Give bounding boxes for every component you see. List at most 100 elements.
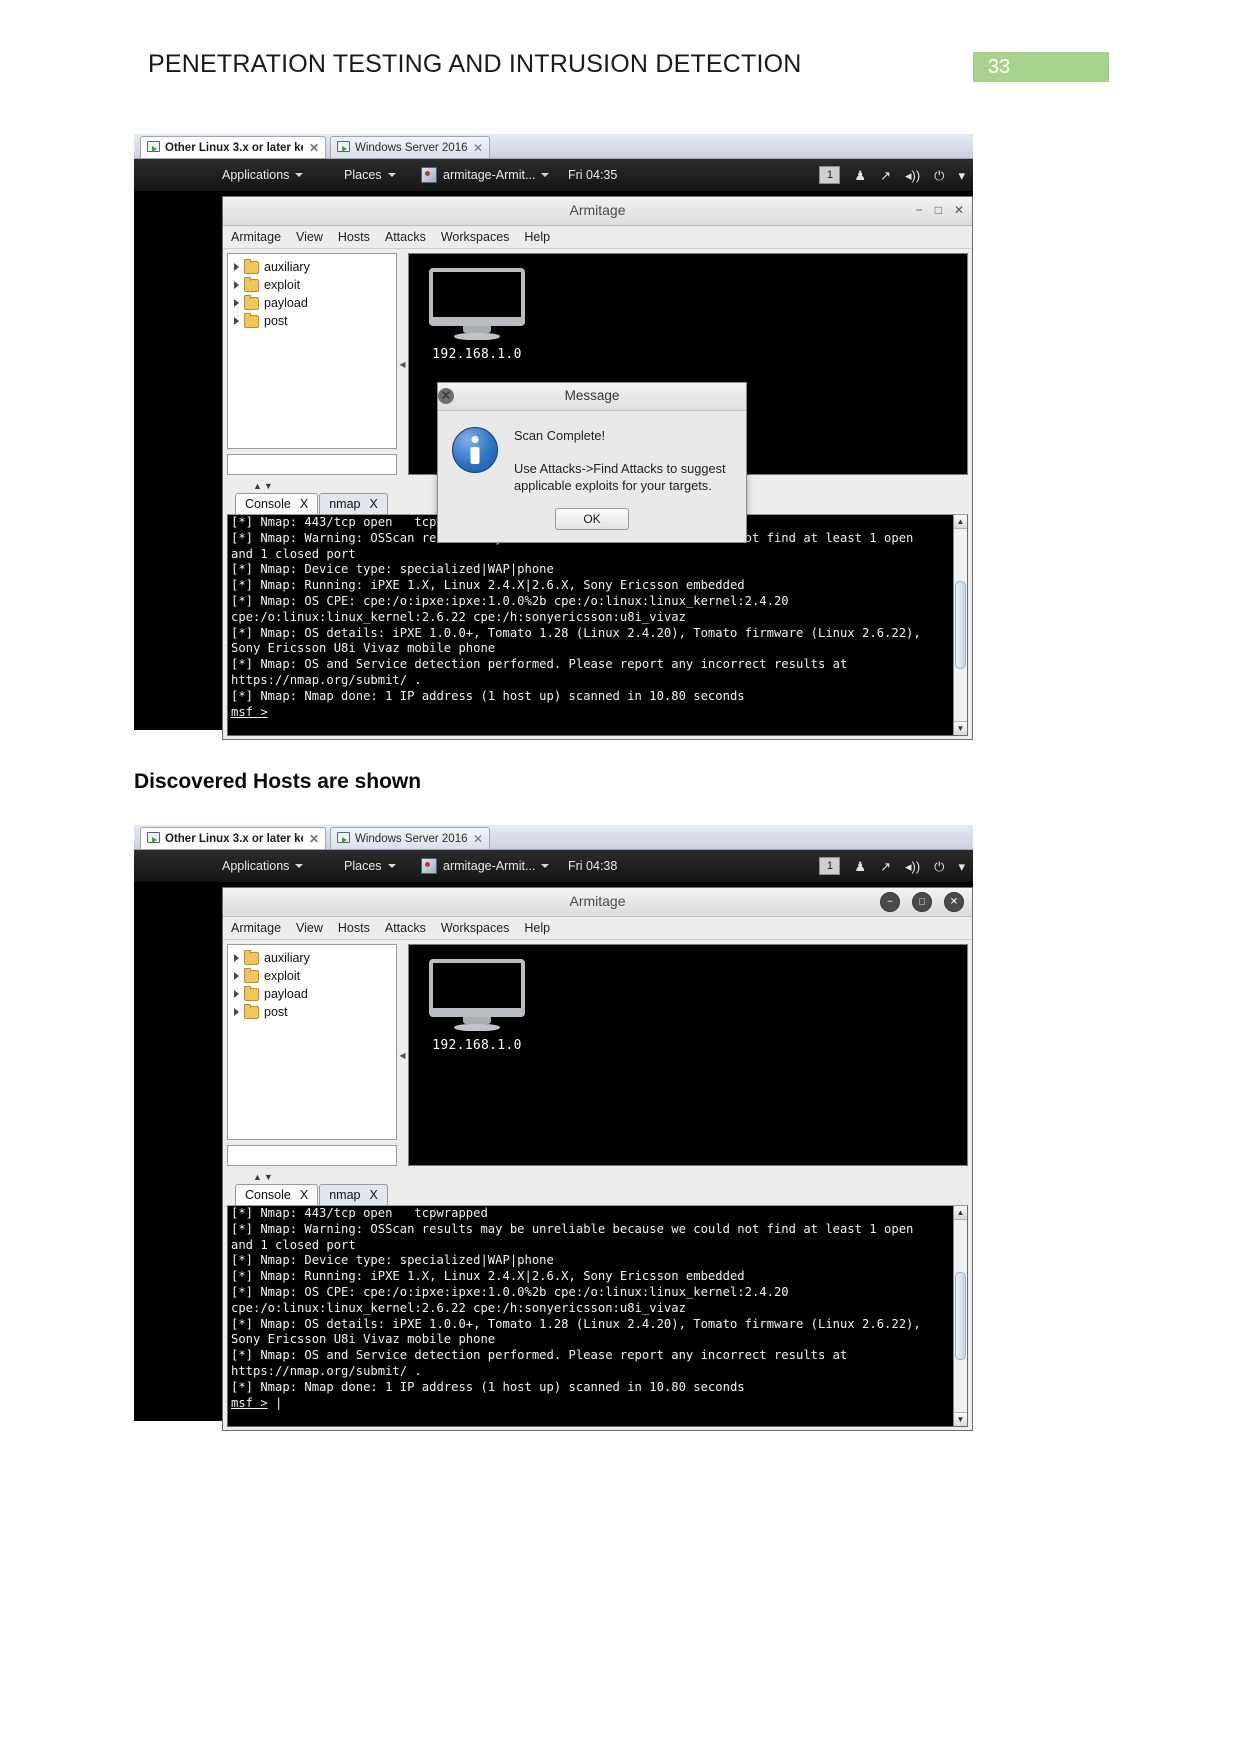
close-icon[interactable]: ✕	[954, 201, 964, 219]
maximize-icon[interactable]: □	[935, 201, 942, 219]
console-scrollbar[interactable]: ▲ ▼	[953, 1206, 967, 1426]
menu-help[interactable]: Help	[524, 230, 550, 244]
scroll-up-icon[interactable]: ▲	[954, 1206, 967, 1220]
menu-attacks[interactable]: Attacks	[385, 230, 426, 244]
close-button[interactable]: ✕	[944, 892, 964, 912]
console-output[interactable]: [*] Nmap: 443/tcp open tcpwrapped [*] Nm…	[227, 514, 968, 736]
minimize-button[interactable]: −	[880, 892, 900, 912]
module-tree[interactable]: auxiliary exploit payload post	[227, 253, 397, 449]
power-icon[interactable]: ⏻	[934, 860, 944, 873]
close-icon[interactable]: X	[370, 1188, 378, 1202]
panel-window-menu[interactable]: armitage-Armit...	[421, 850, 550, 882]
chevron-right-icon[interactable]	[234, 990, 239, 998]
vmware-tab-windows[interactable]: Windows Server 2016 ✕	[330, 136, 490, 158]
close-icon[interactable]: ✕	[438, 388, 454, 404]
vmware-tab-linux[interactable]: Other Linux 3.x or later ke... ✕	[140, 136, 326, 158]
menu-places[interactable]: Places	[344, 159, 396, 191]
chevron-down-icon[interactable]: ▾	[958, 169, 965, 182]
panel-window-menu[interactable]: armitage-Armit...	[421, 159, 550, 191]
host-node[interactable]: 192.168.1.0	[425, 268, 529, 362]
tree-item-label: exploit	[264, 969, 301, 983]
users-icon[interactable]: ♟	[854, 169, 866, 182]
network-icon[interactable]: ↗	[880, 169, 891, 182]
tree-item-exploit[interactable]: exploit	[230, 967, 394, 985]
menu-armitage[interactable]: Armitage	[231, 230, 281, 244]
splitter-handle[interactable]: ◀	[399, 944, 406, 1166]
module-tree[interactable]: auxiliary exploit payload post	[227, 944, 397, 1140]
minimize-icon[interactable]: −	[916, 201, 923, 219]
menu-hosts[interactable]: Hosts	[338, 230, 370, 244]
splitter-arrows[interactable]: ▲▼	[227, 1170, 968, 1183]
console-prompt: msf >	[231, 1395, 268, 1410]
close-icon[interactable]: ✕	[467, 142, 483, 154]
close-icon[interactable]: X	[370, 497, 378, 511]
workspace-indicator[interactable]: 1	[819, 857, 841, 875]
workspace-indicator[interactable]: 1	[819, 166, 841, 184]
tab-console[interactable]: Console X	[235, 1184, 319, 1205]
scroll-down-icon[interactable]: ▼	[954, 1412, 967, 1426]
power-icon[interactable]: ⏻	[934, 169, 944, 182]
scrollbar-thumb[interactable]	[955, 581, 966, 669]
vmware-tab-windows[interactable]: Windows Server 2016 ✕	[330, 827, 490, 849]
menu-attacks[interactable]: Attacks	[385, 921, 426, 935]
network-icon[interactable]: ↗	[880, 860, 891, 873]
chevron-right-icon[interactable]	[234, 317, 239, 325]
module-filter-input[interactable]	[227, 454, 397, 475]
tab-nmap[interactable]: nmap X	[319, 493, 388, 514]
users-icon[interactable]: ♟	[854, 860, 866, 873]
splitter-handle[interactable]: ◀	[399, 253, 406, 475]
menu-places[interactable]: Places	[344, 850, 396, 882]
tree-item-post[interactable]: post	[230, 312, 394, 330]
console-line: [*] Nmap: Device type: specialized|WAP|p…	[231, 1253, 554, 1268]
close-icon[interactable]: ✕	[303, 142, 319, 154]
vm-machine-icon	[147, 141, 160, 154]
chevron-right-icon[interactable]	[234, 299, 239, 307]
host-node[interactable]: 192.168.1.0	[425, 959, 529, 1053]
scrollbar-thumb[interactable]	[955, 1272, 966, 1360]
panel-clock[interactable]: Fri 04:35	[568, 159, 617, 191]
chevron-right-icon[interactable]	[234, 954, 239, 962]
close-icon[interactable]: ✕	[303, 833, 319, 845]
chevron-right-icon[interactable]	[234, 972, 239, 980]
tab-console[interactable]: Console X	[235, 493, 319, 514]
chevron-right-icon[interactable]	[234, 1008, 239, 1016]
menu-armitage[interactable]: Armitage	[231, 921, 281, 935]
tree-item-exploit[interactable]: exploit	[230, 276, 394, 294]
armitage-titlebar: Armitage − □ ✕	[223, 197, 972, 226]
menu-workspaces[interactable]: Workspaces	[441, 230, 510, 244]
tree-item-payload[interactable]: payload	[230, 985, 394, 1003]
folder-icon	[244, 258, 259, 274]
tab-nmap[interactable]: nmap X	[319, 1184, 388, 1205]
menu-applications[interactable]: Applications	[222, 850, 304, 882]
menu-help[interactable]: Help	[524, 921, 550, 935]
chevron-right-icon[interactable]	[234, 263, 239, 271]
ok-button[interactable]: OK	[555, 508, 629, 530]
maximize-button[interactable]: □	[912, 892, 932, 912]
console-output[interactable]: [*] Nmap: 443/tcp open tcpwrapped [*] Nm…	[227, 1205, 968, 1427]
close-icon[interactable]: ✕	[467, 833, 483, 845]
scroll-down-icon[interactable]: ▼	[954, 721, 967, 735]
scroll-up-icon[interactable]: ▲	[954, 515, 967, 529]
targets-canvas[interactable]: 192.168.1.0	[408, 944, 968, 1166]
close-icon[interactable]: X	[300, 1188, 308, 1202]
console-line: [*] Nmap: Warning: OSScan results may be…	[231, 1221, 914, 1236]
volume-icon[interactable]: ◂))	[905, 169, 920, 182]
tree-item-post[interactable]: post	[230, 1003, 394, 1021]
volume-icon[interactable]: ◂))	[905, 860, 920, 873]
menu-applications[interactable]: Applications	[222, 159, 304, 191]
console-scrollbar[interactable]: ▲ ▼	[953, 515, 967, 735]
tree-item-auxiliary[interactable]: auxiliary	[230, 258, 394, 276]
chevron-right-icon[interactable]	[234, 281, 239, 289]
menu-hosts[interactable]: Hosts	[338, 921, 370, 935]
tree-item-auxiliary[interactable]: auxiliary	[230, 949, 394, 967]
tree-item-payload[interactable]: payload	[230, 294, 394, 312]
console-line: [*] Nmap: OS and Service detection perfo…	[231, 657, 848, 672]
chevron-down-icon[interactable]: ▾	[958, 860, 965, 873]
module-filter-input[interactable]	[227, 1145, 397, 1166]
menu-workspaces[interactable]: Workspaces	[441, 921, 510, 935]
vmware-tab-linux[interactable]: Other Linux 3.x or later ke... ✕	[140, 827, 326, 849]
menu-view[interactable]: View	[296, 921, 323, 935]
close-icon[interactable]: X	[300, 497, 308, 511]
menu-view[interactable]: View	[296, 230, 323, 244]
panel-clock[interactable]: Fri 04:38	[568, 850, 617, 882]
